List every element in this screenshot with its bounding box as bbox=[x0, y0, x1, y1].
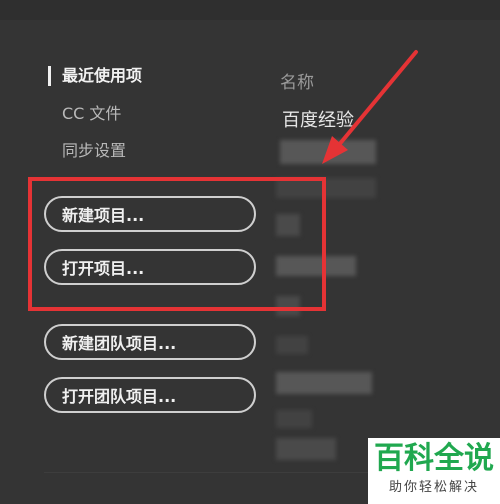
blurred-file-row bbox=[276, 336, 308, 354]
new-team-project-button[interactable]: 新建团队项目... bbox=[44, 324, 256, 360]
blurred-file-row bbox=[276, 214, 300, 236]
blurred-file-row bbox=[276, 372, 372, 394]
blurred-file-row bbox=[276, 438, 336, 460]
sidebar-item-sync-settings[interactable]: 同步设置 bbox=[62, 141, 126, 161]
top-strip bbox=[0, 0, 500, 20]
blurred-file-row bbox=[276, 178, 376, 198]
blurred-file-row bbox=[276, 296, 300, 316]
watermark-title: 百科全说 bbox=[374, 441, 494, 476]
new-project-button[interactable]: 新建项目... bbox=[44, 196, 256, 232]
active-indicator bbox=[48, 66, 51, 86]
blurred-file-row bbox=[276, 256, 356, 276]
blurred-file-row bbox=[276, 410, 312, 428]
sidebar-item-cc-files[interactable]: CC 文件 bbox=[62, 104, 121, 124]
open-project-button[interactable]: 打开项目... bbox=[44, 249, 256, 285]
start-screen: 最近使用项 CC 文件 同步设置 名称 百度经验 新建项目... 打开项目...… bbox=[0, 0, 500, 504]
watermark-subtitle: 助你轻松解决 bbox=[388, 480, 479, 495]
column-header-name[interactable]: 名称 bbox=[280, 68, 314, 93]
watermark-logo: 百科全说 助你轻松解决 bbox=[368, 438, 500, 504]
file-row-name[interactable]: 百度经验 bbox=[282, 106, 354, 132]
blurred-file-row bbox=[280, 140, 376, 164]
sidebar-item-recent[interactable]: 最近使用项 bbox=[62, 66, 142, 86]
open-team-project-button[interactable]: 打开团队项目... bbox=[44, 377, 256, 413]
